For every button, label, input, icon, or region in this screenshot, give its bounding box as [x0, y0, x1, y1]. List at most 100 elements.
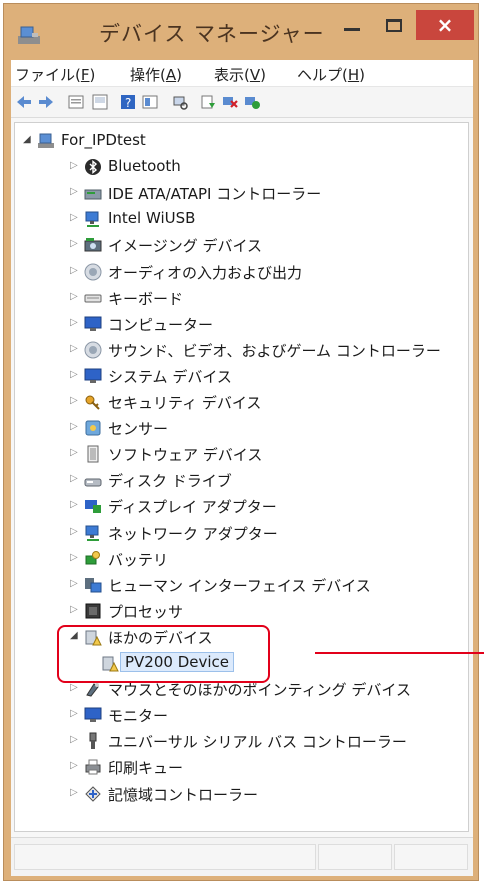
menu-item-3[interactable]: ヘルプ(H): [297, 64, 365, 85]
menu-item-2[interactable]: 表示(V): [214, 64, 266, 85]
expand-arrow-icon[interactable]: ▷: [70, 526, 78, 537]
expand-arrow-icon[interactable]: ▷: [70, 317, 78, 328]
status-bar: [11, 837, 473, 876]
speaker-icon: [84, 263, 102, 280]
storage-controller-icon: [85, 785, 101, 802]
expand-arrow-icon[interactable]: ▷: [70, 369, 78, 380]
expand-arrow-icon[interactable]: ▷: [70, 291, 78, 302]
tree-node-label: Intel WiUSB: [108, 209, 196, 228]
tree-node-label: サウンド、ビデオ、およびゲーム コントローラー: [108, 341, 441, 360]
expand-arrow-icon[interactable]: ▷: [70, 160, 78, 171]
title-bar[interactable]: デバイス マネージャー ×: [4, 4, 478, 60]
expand-arrow-icon[interactable]: ▷: [70, 212, 78, 223]
minimize-button[interactable]: [334, 10, 370, 40]
tree-node-label: IDE ATA/ATAPI コントローラー: [108, 185, 322, 204]
maximize-button[interactable]: [376, 10, 412, 40]
callout-line: [315, 652, 484, 654]
expand-arrow-icon[interactable]: ▷: [70, 552, 78, 563]
tree-node-label: プロセッサ: [108, 602, 184, 621]
printer-icon: [85, 759, 101, 775]
svg-text:?: ?: [125, 96, 131, 110]
scan-hardware-icon[interactable]: [171, 93, 189, 111]
hid-icon: [85, 577, 102, 593]
expand-arrow-icon[interactable]: ▷: [70, 682, 78, 693]
device-tree[interactable]: ◢ For_IPDtest ▷ Bluetooth ▷ IDE ATA/ATAPI コント…: [14, 122, 469, 832]
tree-node-label: イメージング デバイス: [108, 237, 263, 256]
monitor-icon: [84, 368, 102, 383]
uninstall-icon[interactable]: [221, 93, 239, 111]
back-icon[interactable]: [15, 93, 33, 111]
expand-arrow-icon[interactable]: ▷: [70, 238, 78, 249]
tree-node-label: バッテリ: [108, 550, 169, 569]
maximize-icon: [386, 18, 402, 32]
battery-icon: [85, 550, 100, 565]
tree-node-label: ソフトウェア デバイス: [108, 446, 263, 465]
expand-arrow-icon[interactable]: ▷: [70, 343, 78, 354]
monitor-icon: [84, 316, 102, 331]
tree-node-label: コンピューター: [108, 315, 214, 334]
tree-node-label: システム デバイス: [108, 367, 232, 386]
menu-bar: ファイル(F) 操作(A) 表示(V) ヘルプ(H): [11, 60, 473, 87]
details-icon[interactable]: [141, 93, 159, 111]
forward-icon[interactable]: [37, 93, 55, 111]
tree-node-label: モニター: [108, 707, 169, 726]
tree-node-label: ユニバーサル シリアル バス コントローラー: [108, 733, 407, 752]
expand-arrow-icon[interactable]: ▷: [70, 578, 78, 589]
bluetooth-icon: [85, 159, 101, 176]
tree-node-label: ネットワーク アダプター: [108, 524, 278, 543]
expand-arrow-icon[interactable]: ▷: [70, 421, 78, 432]
help-icon[interactable]: ?: [119, 93, 137, 111]
device-manager-app-icon: [18, 26, 40, 44]
processor-icon: [85, 603, 101, 619]
sensor-icon: [85, 420, 101, 436]
display-adapter-icon: [85, 500, 101, 514]
expand-arrow-icon[interactable]: ▷: [70, 787, 78, 798]
tree-node-label: キーボード: [108, 289, 184, 308]
usb-icon: [89, 732, 97, 750]
speaker-icon: [84, 341, 102, 359]
status-pane-main: [14, 844, 316, 870]
expand-arrow-icon[interactable]: ▷: [70, 708, 78, 719]
status-pane-secondary: [318, 844, 392, 870]
status-pane-tertiary: [394, 844, 468, 870]
software-device-icon: [87, 445, 99, 463]
expand-arrow-icon[interactable]: ▷: [70, 395, 78, 406]
device-manager-window: デバイス マネージャー × ファイル(F) 操作(A) 表示(V) ヘルプ(H) ? …: [3, 3, 479, 881]
view-icon[interactable]: [91, 93, 109, 111]
tree-node-label: ヒューマン インターフェイス デバイス: [108, 576, 371, 595]
tree-node-label: 印刷キュー: [108, 759, 184, 778]
network-icon: [85, 211, 99, 228]
tree-node-label: センサー: [108, 420, 169, 439]
enable-icon[interactable]: [243, 93, 261, 111]
tree-node-label: 記憶域コントローラー: [108, 785, 259, 804]
camera-icon: [84, 238, 102, 252]
ide-controller-icon: [84, 189, 102, 200]
key-icon: [85, 395, 100, 410]
highlight-annotation-box: [57, 625, 270, 683]
expand-arrow-icon[interactable]: ▷: [70, 604, 78, 615]
tree-node-label: Bluetooth: [108, 157, 181, 176]
properties-icon[interactable]: [67, 93, 85, 111]
expand-arrow-icon[interactable]: ▷: [70, 499, 78, 510]
collapse-arrow-icon[interactable]: ◢: [23, 134, 31, 145]
client-area: ファイル(F) 操作(A) 表示(V) ヘルプ(H) ? ◢ For_IPDtest ▷ B…: [11, 60, 473, 876]
expand-arrow-icon[interactable]: ▷: [70, 473, 78, 484]
toolbar: ?: [11, 87, 473, 118]
window-title: デバイス マネージャー: [99, 22, 325, 46]
tree-node-label: For_IPDtest: [61, 131, 146, 149]
expand-arrow-icon[interactable]: ▷: [70, 265, 78, 276]
expand-arrow-icon[interactable]: ▷: [70, 760, 78, 771]
disk-drive-icon: [84, 478, 102, 487]
menu-item-0[interactable]: ファイル(F): [15, 64, 95, 85]
expand-arrow-icon[interactable]: ▷: [70, 447, 78, 458]
monitor-icon: [84, 707, 102, 723]
expand-arrow-icon[interactable]: ▷: [70, 186, 78, 197]
tree-node-label: ディスク ドライブ: [108, 472, 232, 491]
close-button[interactable]: ×: [416, 10, 474, 40]
update-driver-icon[interactable]: [199, 93, 217, 111]
keyboard-icon: [84, 294, 102, 303]
tree-node-label: オーディオの入力および出力: [108, 263, 302, 282]
tree-node-label: セキュリティ デバイス: [108, 394, 262, 412]
expand-arrow-icon[interactable]: ▷: [70, 734, 78, 745]
menu-item-1[interactable]: 操作(A): [130, 64, 182, 85]
